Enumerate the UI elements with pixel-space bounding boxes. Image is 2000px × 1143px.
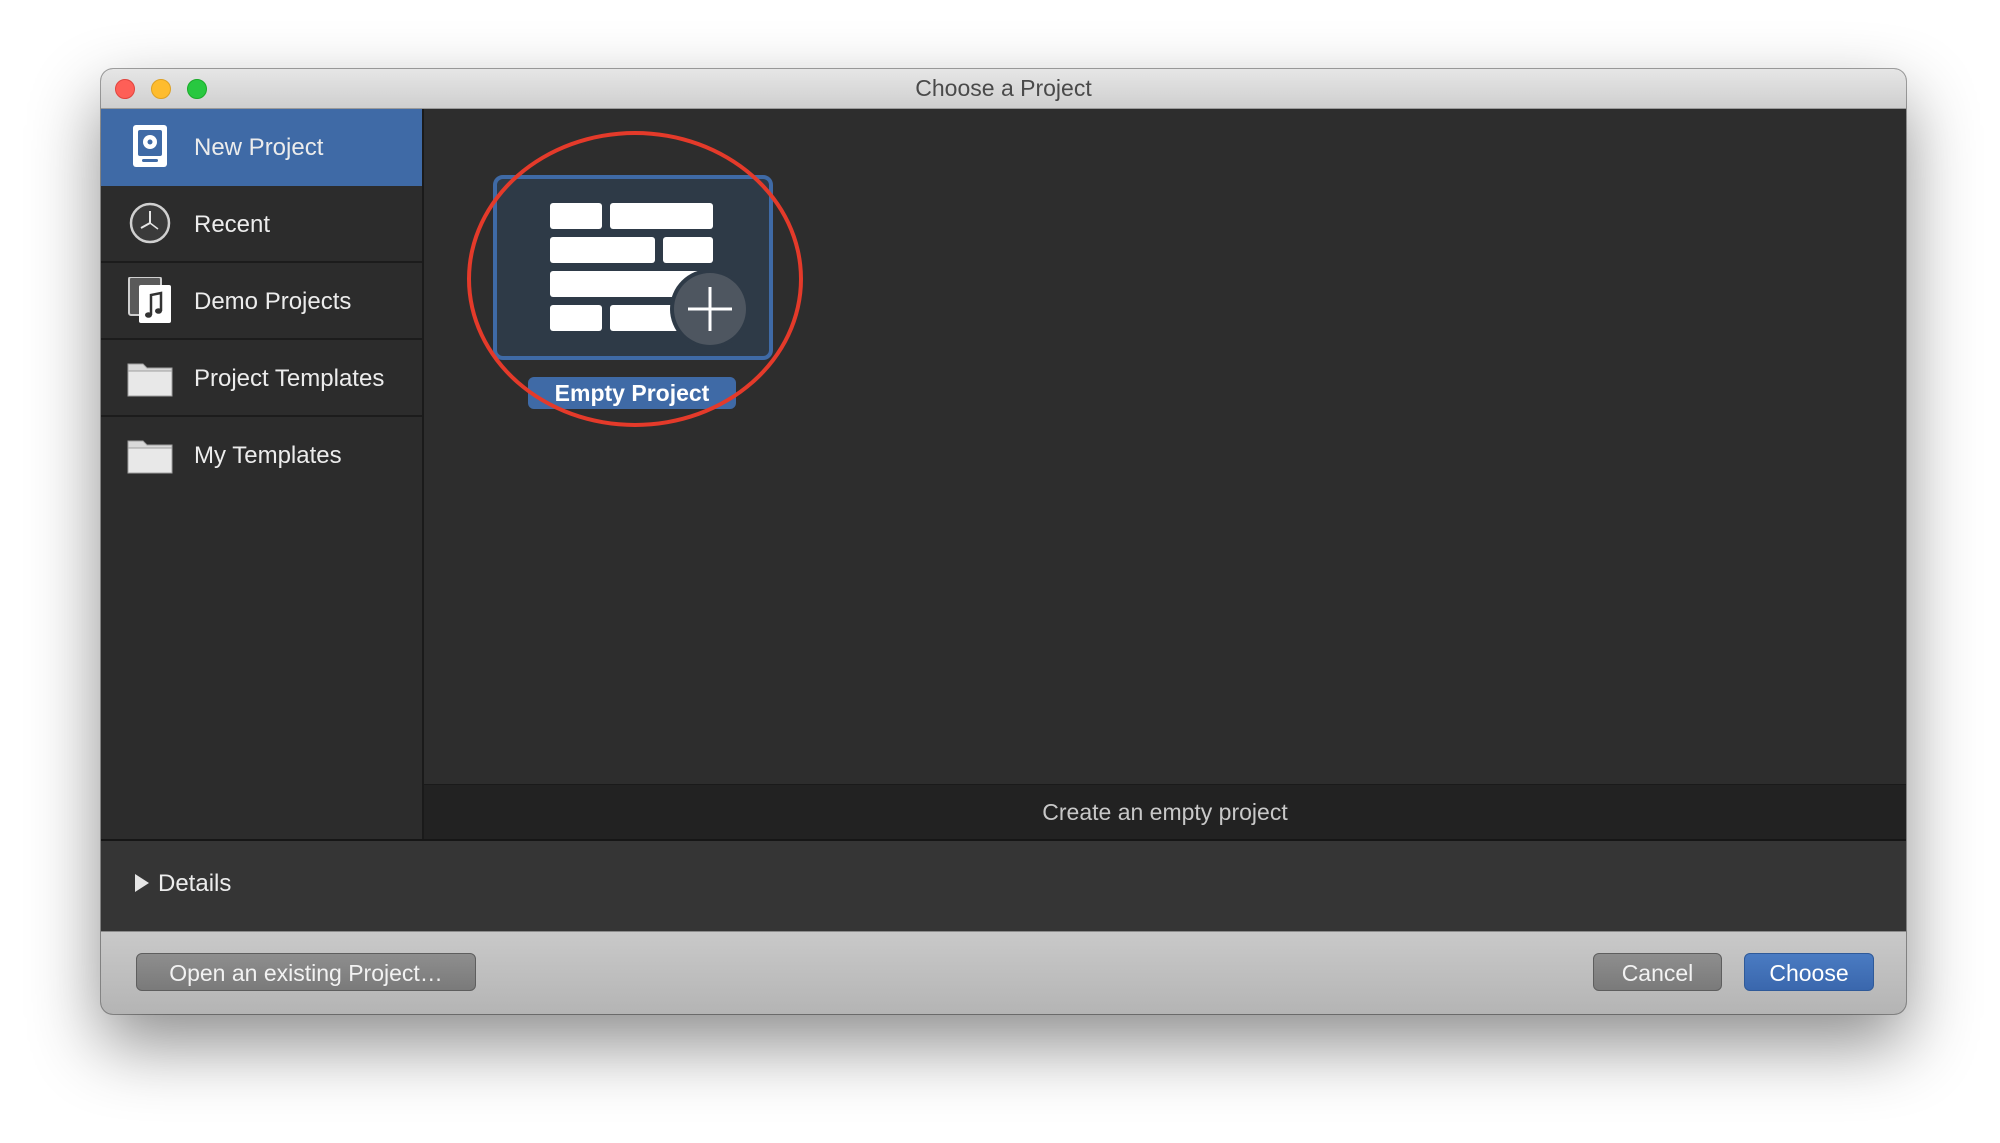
sidebar-item-label: Project Templates <box>194 365 385 392</box>
choose-button[interactable]: Choose <box>1744 953 1874 991</box>
button-bar: Open an existing Project… Cancel Choose <box>101 931 1906 1014</box>
folder-icon <box>127 440 173 474</box>
window-title: Choose a Project <box>915 75 1092 101</box>
empty-project-label[interactable]: Empty Project <box>528 377 736 409</box>
open-existing-project-button[interactable]: Open an existing Project… <box>136 953 476 991</box>
clock-icon <box>129 202 171 244</box>
new-project-icon <box>133 125 167 167</box>
sidebar-item-new-project[interactable]: New Project <box>101 109 422 186</box>
music-document-icon <box>128 277 171 323</box>
sidebar: New Project Recent Demo Projects Project… <box>101 109 424 839</box>
empty-project-tile[interactable] <box>493 175 773 360</box>
sidebar-item-demo-projects[interactable]: Demo Projects <box>101 263 422 340</box>
sidebar-item-label: My Templates <box>194 442 342 469</box>
description-bar: Create an empty project <box>424 784 1906 840</box>
disclosure-triangle-icon[interactable] <box>135 874 149 892</box>
title-bar: Choose a Project <box>101 69 1906 109</box>
sidebar-item-label: Demo Projects <box>194 288 352 315</box>
cancel-button[interactable]: Cancel <box>1593 953 1722 991</box>
sidebar-item-label: Recent <box>194 211 271 238</box>
folder-icon <box>127 363 173 397</box>
sidebar-item-my-templates[interactable]: My Templates <box>101 417 422 494</box>
sidebar-item-label: New Project <box>194 134 324 161</box>
sidebar-item-project-templates[interactable]: Project Templates <box>101 340 422 417</box>
project-chooser-window: Choose a Project New Project Recent Demo… <box>101 69 1906 1014</box>
details-section: Details <box>101 839 1906 932</box>
details-toggle[interactable]: Details <box>158 841 231 932</box>
project-description: Create an empty project <box>1042 799 1288 825</box>
sidebar-item-recent[interactable]: Recent <box>101 186 422 263</box>
empty-project-icon <box>550 203 750 349</box>
